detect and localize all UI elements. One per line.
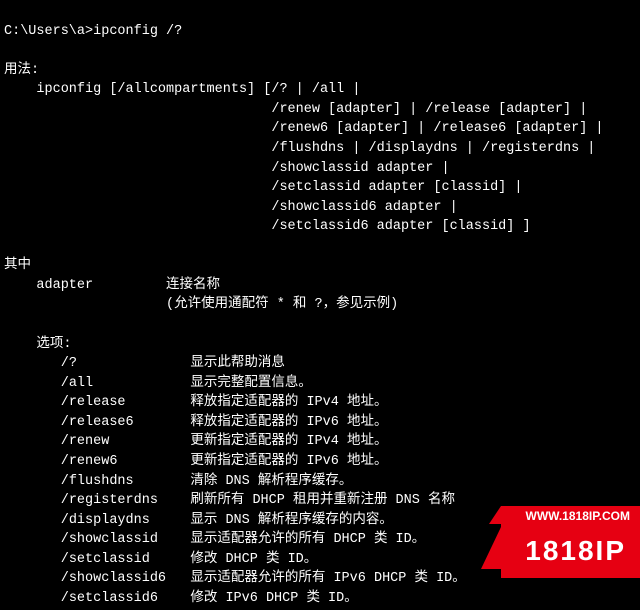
options-label: 选项: [4,337,72,352]
option-flag: /release6 [61,415,134,430]
adapter-desc: (允许使用通配符 * 和 ?，参见示例) [166,297,398,312]
usage-line: /setclassid6 adapter [classid] ] [4,219,531,234]
option-desc: 显示适配器允许的所有 DHCP 类 ID。 [190,532,425,547]
usage-line: /renew [adapter] | /release [adapter] | [4,102,587,117]
option-flag: /registerdns [61,493,158,508]
option-flag: /renew [61,434,110,449]
option-desc: 更新指定适配器的 IPv4 地址。 [190,434,387,449]
watermark-url: WWW.1818IP.COM [501,506,640,527]
option-desc: 显示 DNS 解析程序缓存的内容。 [190,513,393,528]
usage-line: /renew6 [adapter] | /release6 [adapter] … [4,121,604,136]
option-desc: 释放指定适配器的 IPv6 地址。 [190,415,387,430]
option-desc: 修改 DHCP 类 ID。 [190,552,317,567]
option-desc: 显示此帮助消息 [190,356,285,371]
option-desc: 清除 DNS 解析程序缓存。 [190,474,352,489]
option-flag: /setclassid [61,552,150,567]
option-flag: /release [61,395,126,410]
watermark-brand: 1818IP [501,527,640,578]
adapter-key: adapter [4,278,93,293]
usage-label: 用法: [4,63,39,78]
usage-line: /showclassid6 adapter | [4,200,458,215]
option-flag: /showclassid6 [61,571,166,586]
prompt-line: C:\Users\a>ipconfig /? [4,24,182,39]
option-desc: 显示适配器允许的所有 IPv6 DHCP 类 ID。 [190,571,465,586]
option-desc: 刷新所有 DHCP 租用并重新注册 DNS 名称 [190,493,455,508]
option-flag: /renew6 [61,454,118,469]
option-flag: /setclassid6 [61,591,158,606]
where-label: 其中 [4,258,31,273]
option-desc: 显示完整配置信息。 [190,376,312,391]
option-flag: /flushdns [61,474,134,489]
adapter-desc: 连接名称 [166,278,220,293]
option-desc: 修改 IPv6 DHCP 类 ID。 [190,591,357,606]
option-desc: 更新指定适配器的 IPv6 地址。 [190,454,387,469]
option-desc: 释放指定适配器的 IPv4 地址。 [190,395,387,410]
option-flag: /all [61,376,93,391]
usage-line: /setclassid adapter [classid] | [4,180,522,195]
usage-line: /flushdns | /displaydns | /registerdns | [4,141,595,156]
watermark: WWW.1818IP.COM 1818IP [501,506,640,578]
usage-line: ipconfig [/allcompartments] [/? | /all | [4,82,360,97]
usage-line: /showclassid adapter | [4,161,450,176]
option-flag: /displaydns [61,513,150,528]
option-flag: /? [61,356,77,371]
option-flag: /showclassid [61,532,158,547]
